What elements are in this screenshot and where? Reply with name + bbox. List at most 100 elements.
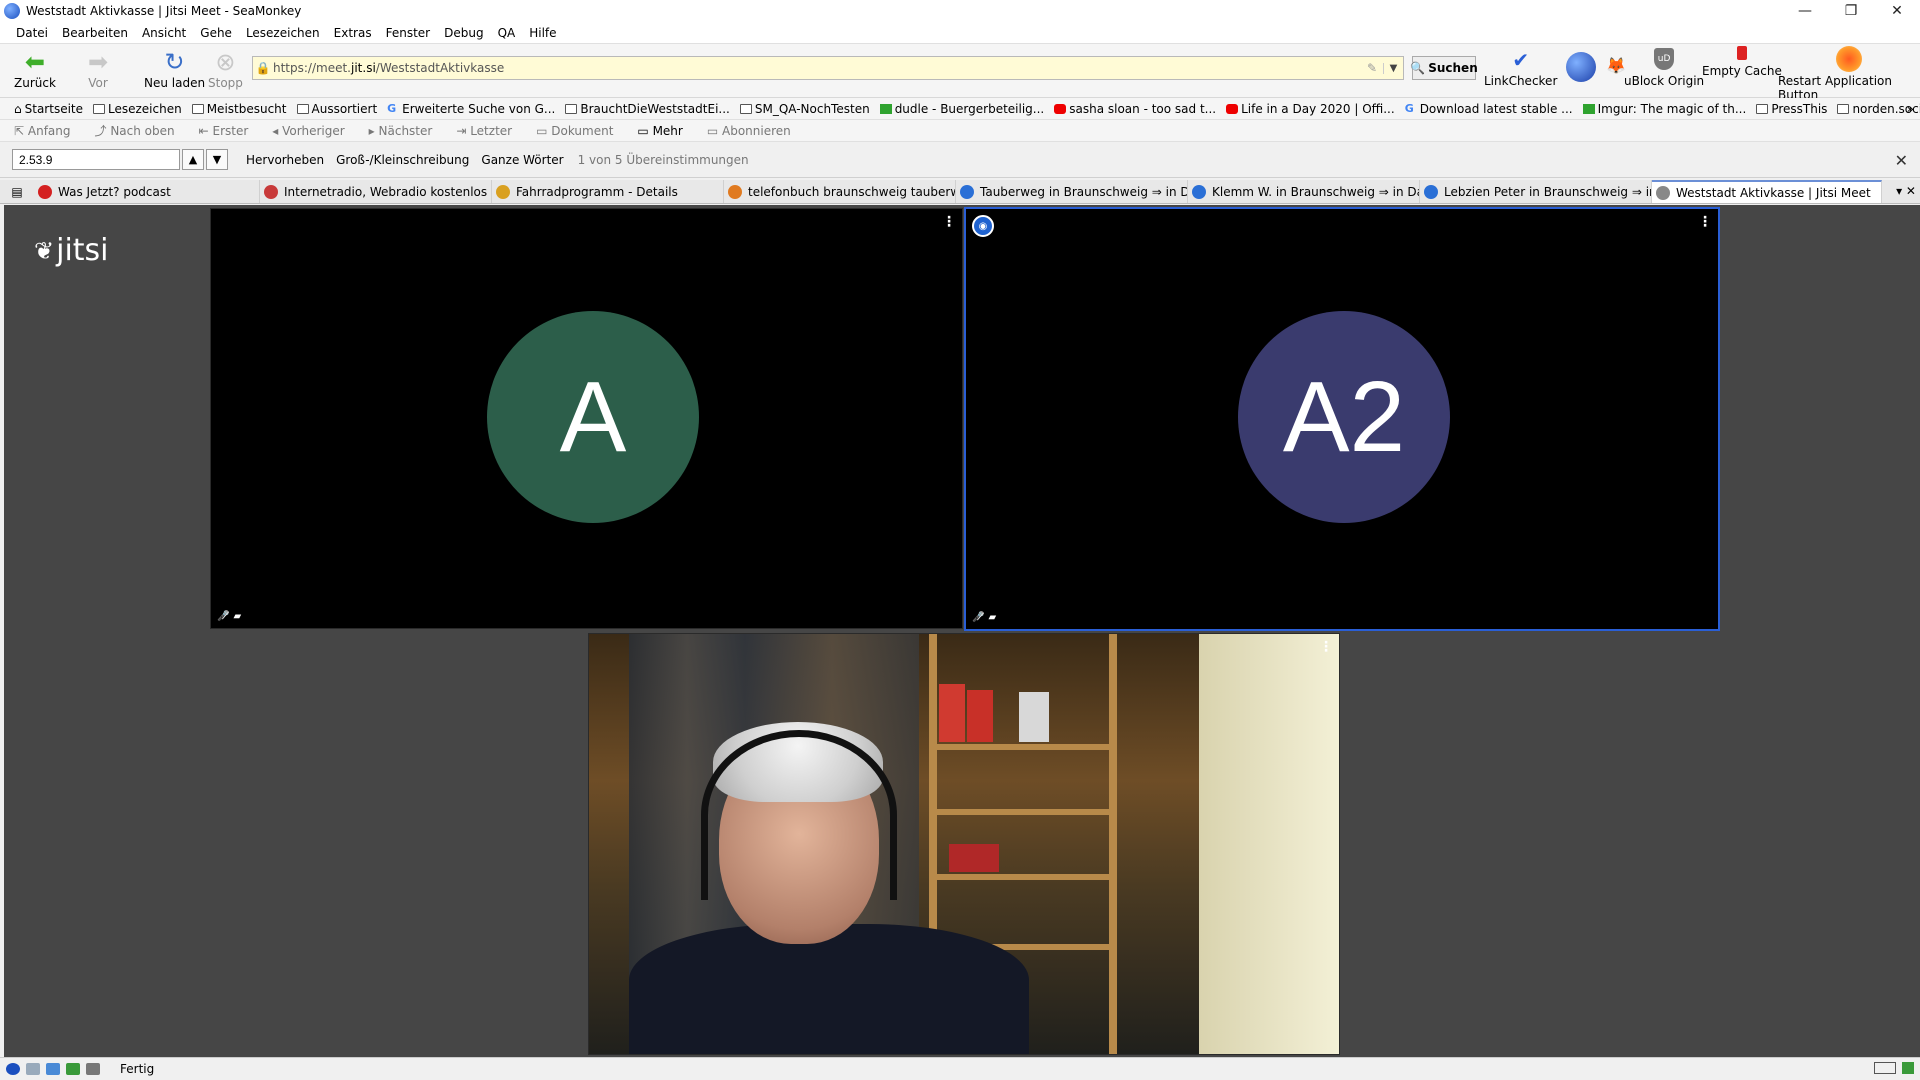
tile-menu-icon[interactable]: ⋮ [942,215,956,229]
forward-button[interactable]: ➡ Vor [88,48,108,90]
url-text[interactable]: https://meet.jit.si/WeststadtAktivkasse [273,61,1361,75]
tab-1[interactable]: Internetradio, Webradio kostenlos on... [260,180,492,203]
menu-extras[interactable]: Extras [334,26,372,40]
mic-muted-icon: 🎤̸ [217,611,230,622]
bookmark-item[interactable]: Life in a Day 2020 | Offi... [1226,102,1395,116]
bookmark-item[interactable]: BrauchtDieWeststadtEi... [565,102,730,116]
url-domain: jit.si [351,61,376,75]
addressbook-component-icon[interactable] [66,1063,80,1075]
tab-label: Klemm W. in Braunschweig ⇒ in Das ... [1212,184,1419,199]
bookmark-item[interactable]: Aussortiert [296,101,378,116]
bookmark-item[interactable]: dudle - Buergerbeteilig... [879,102,1044,116]
navigation-toolbar: ⬅ Zurück ➡ Vor ↻ Neu laden ⊗ Stopp 🔒 htt… [0,44,1920,102]
menu-bearbeiten[interactable]: Bearbeiten [62,26,128,40]
bookmark-item[interactable]: Meistbesucht [191,102,287,116]
menu-fenster[interactable]: Fenster [386,26,431,40]
site-nav-vorheriger[interactable]: ◂ Vorheriger [272,124,356,138]
shelf-board [929,874,1117,880]
site-nav-erster[interactable]: ⇤ Erster [199,124,261,138]
search-button[interactable]: 🔍 Suchen [1410,56,1478,80]
find-close-icon[interactable]: ✕ [1895,151,1908,170]
tab-7[interactable]: Weststadt Aktivkasse | Jitsi Meet [1652,180,1882,203]
site-nav-letzter[interactable]: ⇥ Letzter [456,124,524,138]
tab-5[interactable]: Klemm W. in Braunschweig ⇒ in Das ... [1188,180,1420,203]
site-favicon-icon [1582,103,1595,114]
camera-video [589,634,1339,1054]
site-nav-nach-oben-label: Nach oben [110,124,175,138]
participant-tile-a[interactable]: A ⋮ 🎤̸ ▰ [210,208,963,629]
bookmark-item[interactable]: ⌂ Startseite [14,102,83,116]
site-nav-nach-oben[interactable]: ⤴ Nach oben [95,122,187,139]
restore-button[interactable]: ❐ [1828,0,1874,22]
bookmark-item[interactable]: PressThis [1756,102,1827,116]
site-nav-abonnieren[interactable]: ▭ Abonnieren [707,124,803,138]
menu-lesezeichen[interactable]: Lesezeichen [246,26,320,40]
url-bar[interactable]: 🔒 https://meet.jit.si/WeststadtAktivkass… [252,56,1404,80]
jitsi-logo[interactable]: ❦ jitsi [34,233,109,268]
tab-close-icon[interactable]: ▾ ✕ [1896,184,1916,198]
menu-qa[interactable]: QA [498,26,516,40]
highlight-option[interactable]: Hervorheben [246,153,324,167]
mail-component-icon[interactable] [26,1063,40,1075]
tab-label: Fahrradprogramm - Details [516,184,678,199]
folder-icon [565,103,578,114]
tab-4[interactable]: Tauberweg in Braunschweig ⇒ in Das... [956,180,1188,203]
menu-ansicht[interactable]: Ansicht [142,26,186,40]
menu-gehe[interactable]: Gehe [200,26,232,40]
tab-0[interactable]: Was Jetzt? podcast [34,180,260,203]
security-lock-icon[interactable] [1902,1062,1914,1074]
site-nav-anfang[interactable]: ⇱ Anfang [14,124,83,138]
site-nav-naechster[interactable]: ▸ Nächster [369,124,445,138]
tab-2[interactable]: Fahrradprogramm - Details [492,180,724,203]
find-next-button[interactable]: ▼ [206,149,228,170]
edit-bookmark-icon[interactable]: ✎ [1361,61,1383,75]
participant-tile-a2[interactable]: ◉ A2 ⋮ 🎤̸ ▰ [964,207,1720,631]
tab-label: telefonbuch braunschweig tauberwe... [748,184,956,199]
window-title: Weststadt Aktivkasse | Jitsi Meet - SeaM… [26,4,302,18]
find-input[interactable] [12,149,180,170]
match-case-option[interactable]: Groß-/Kleinschreibung [336,153,469,167]
browser-component-icon[interactable] [6,1063,20,1075]
menu-hilfe[interactable]: Hilfe [529,26,556,40]
back-button[interactable]: ⬅ Zurück [14,48,56,90]
bookmark-item[interactable]: sasha sloan - too sad t... [1054,102,1216,116]
menu-datei[interactable]: Datei [16,26,48,40]
site-nav-mehr[interactable]: ▭ Mehr [637,124,694,138]
close-button[interactable]: ✕ [1874,0,1920,22]
dominant-speaker-icon: ◉ [972,215,994,237]
tab-6[interactable]: Lebzien Peter in Braunschweig ⇒ in ... [1420,180,1652,203]
empty-cache-button[interactable]: Empty Cache [1702,46,1782,78]
tile-menu-icon[interactable]: ⋮ [1698,215,1712,229]
seamonkey-addon-button[interactable] [1566,52,1596,82]
linkchecker-button[interactable]: ✔ LinkChecker [1484,48,1557,88]
tab-list-icon[interactable]: ▤ [0,180,34,203]
find-previous-button[interactable]: ▲ [182,149,204,170]
bookmark-item[interactable]: G Erweiterte Suche von G... [387,102,555,116]
url-history-dropdown-icon[interactable]: ▼ [1383,62,1403,74]
bookmark-item[interactable]: G Download latest stable ... [1405,102,1573,116]
online-status-icon[interactable] [1874,1062,1896,1074]
reload-button[interactable]: ↻ Neu laden [144,48,205,90]
tab-favicon-icon [1192,184,1206,199]
minimize-button[interactable]: — [1782,0,1828,22]
tab-3[interactable]: telefonbuch braunschweig tauberwe... [724,180,956,203]
restart-icon [1836,46,1862,72]
stop-button[interactable]: ⊗ Stopp [208,48,243,90]
fox-addon-button[interactable]: 🦊 [1606,56,1626,75]
bookmark-item[interactable]: Lesezeichen [93,102,182,116]
composer-component-icon[interactable] [46,1063,60,1075]
bookmarks-overflow-icon[interactable]: » [1907,102,1914,116]
bookmark-item[interactable]: SM_QA-NochTesten [739,102,870,116]
tile-menu-icon[interactable]: ⋮ [1319,640,1333,654]
restart-button[interactable]: Restart Application Button [1778,46,1920,102]
ublock-button[interactable]: uD uBlock Origin [1624,48,1704,88]
chat-component-icon[interactable] [86,1063,100,1075]
bookmark-label: Aussortiert [311,101,378,116]
local-video-tile[interactable]: ⋮ [588,633,1340,1055]
bookmark-item[interactable]: Imgur: The magic of th... [1582,102,1746,116]
tab-favicon-icon [38,184,52,199]
whole-words-option[interactable]: Ganze Wörter [481,153,563,167]
site-nav-dokument[interactable]: ▭ Dokument [536,124,625,138]
menu-debug[interactable]: Debug [444,26,483,40]
status-right-icons [1874,1062,1914,1074]
